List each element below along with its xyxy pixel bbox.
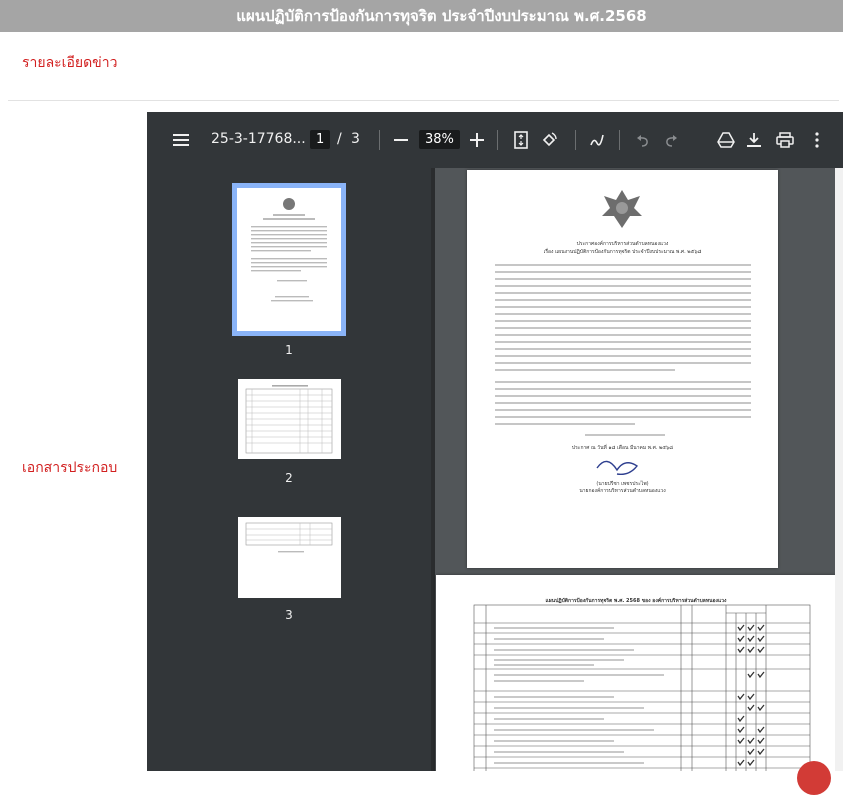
- page1-subject: เรื่อง แผนงานปฏิบัติการป้องกันการทุจริต …: [543, 249, 702, 255]
- minus-icon[interactable]: [391, 130, 411, 150]
- undo-icon[interactable]: [633, 130, 653, 150]
- page1-heading: ประกาศองค์การบริหารส่วนตำบลหนองแวง: [576, 241, 669, 247]
- pdf-toolbar: 25-3-17768... 1 / 3 38%: [147, 112, 843, 168]
- toolbar-divider: [619, 130, 620, 150]
- download-icon[interactable]: [744, 130, 764, 150]
- sidebar-scrollbar[interactable]: [431, 168, 435, 771]
- attachment-label: เอกสารประกอบ: [22, 460, 118, 476]
- pdf-viewer[interactable]: 25-3-17768... 1 / 3 38% 1 2 3 ประกาศองค์…: [147, 112, 843, 771]
- garuda-emblem: [495, 190, 751, 476]
- floating-action-button[interactable]: [797, 761, 831, 795]
- page-header: แผนปฏิบัติการป้องกันการทุจริต ประจำปีงบป…: [0, 0, 843, 32]
- thumbnail-sidebar: 1 2 3: [147, 168, 435, 771]
- page-total: 3: [351, 131, 360, 147]
- page-separator: /: [337, 131, 342, 147]
- thumbnail-page-2[interactable]: [238, 379, 341, 459]
- pdf-page-2: แผนปฏิบัติการป้องกันการทุจริต พ.ศ. 2568 …: [436, 575, 836, 771]
- thumbnail-page-1-preview: [251, 198, 327, 302]
- drive-icon[interactable]: [715, 130, 737, 150]
- plus-icon[interactable]: [467, 130, 487, 150]
- thumbnail-page-2-preview: [245, 385, 333, 454]
- thumbnail-page-3[interactable]: [238, 517, 341, 598]
- page2-table: [473, 604, 811, 771]
- page-number-input[interactable]: 1: [310, 130, 331, 149]
- rotate-icon[interactable]: [539, 130, 559, 150]
- toolbar-divider: [497, 130, 498, 150]
- pdf-filename: 25-3-17768...: [211, 131, 306, 147]
- menu-icon[interactable]: [171, 130, 191, 150]
- news-detail-label: รายละเอียดข่าว: [22, 55, 118, 71]
- page-title: แผนปฏิบัติการป้องกันการทุจริต ประจำปีงบป…: [236, 7, 647, 25]
- more-vert-icon[interactable]: [811, 130, 823, 150]
- pdf-page-1: ประกาศองค์การบริหารส่วนตำบลหนองแวง เรื่อ…: [467, 170, 778, 568]
- redo-icon[interactable]: [661, 130, 681, 150]
- toolbar-divider: [379, 130, 380, 150]
- current-page[interactable]: 1: [310, 130, 331, 149]
- thumbnail-number: 2: [285, 471, 293, 485]
- thumbnail-number: 3: [285, 608, 293, 622]
- pen-icon[interactable]: [587, 130, 607, 150]
- zoom-value[interactable]: 38%: [419, 130, 460, 149]
- toolbar-divider: [575, 130, 576, 150]
- fit-page-icon[interactable]: [511, 130, 531, 150]
- thumbnail-number: 1: [285, 343, 293, 357]
- zoom-level[interactable]: 38%: [419, 130, 460, 149]
- divider: [8, 100, 839, 101]
- print-icon[interactable]: [775, 130, 795, 150]
- document-scrollbar[interactable]: [835, 168, 843, 771]
- thumbnail-page-3-preview: [245, 522, 333, 553]
- page1-position: นายกองค์การบริหารส่วนตำบลหนองแวง: [579, 488, 666, 494]
- thumbnail-page-1[interactable]: [232, 183, 346, 336]
- page1-date: ประกาศ ณ วันที่ ๑๘ เดือน มีนาคม พ.ศ. ๒๕๖…: [571, 445, 674, 451]
